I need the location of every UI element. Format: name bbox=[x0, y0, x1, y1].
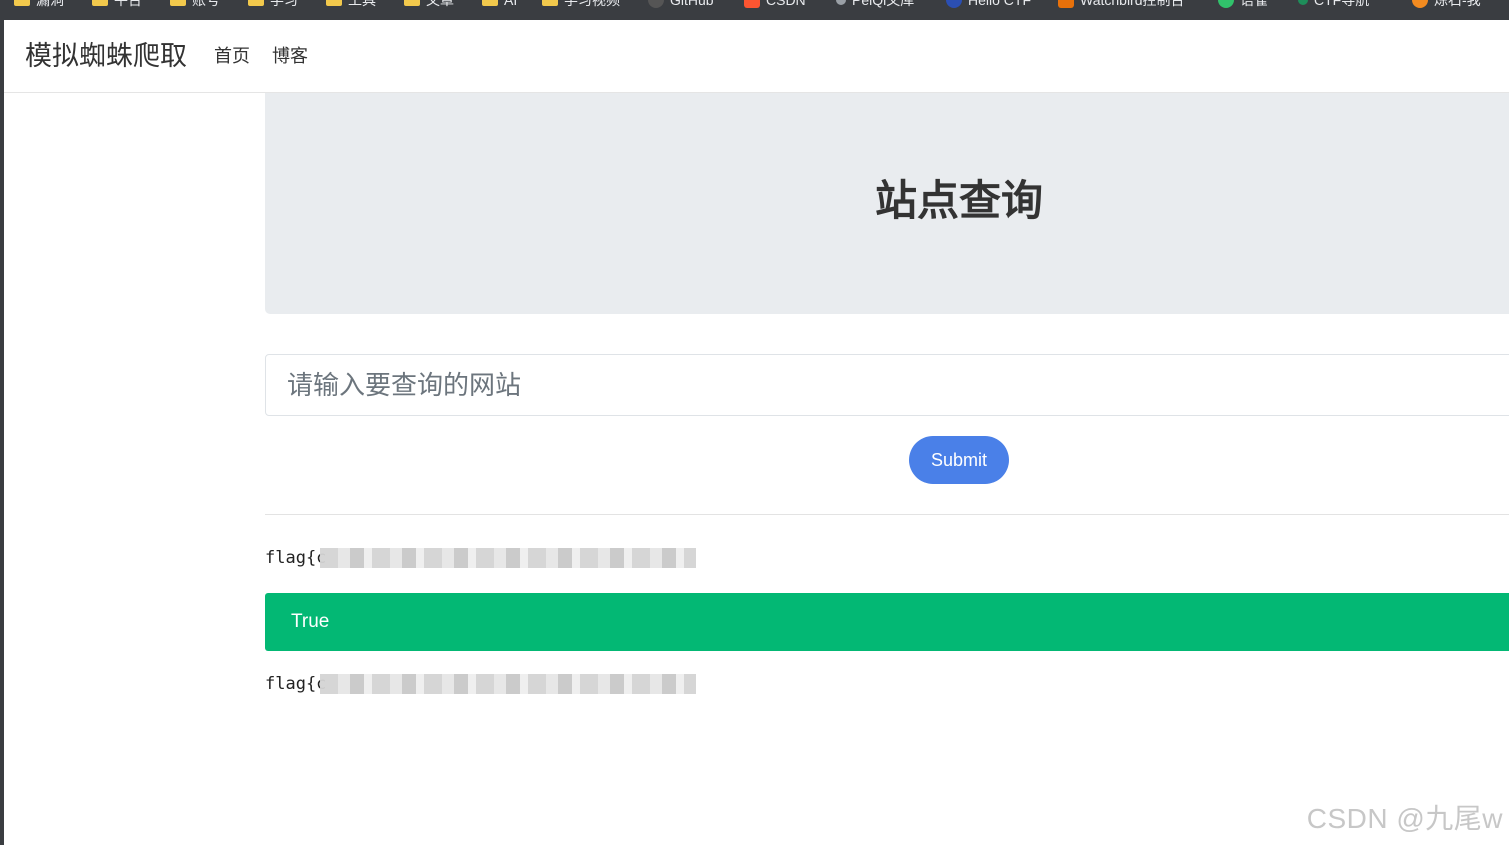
bookmark-label: CTF导航 bbox=[1314, 0, 1370, 8]
bookmark-item[interactable]: 学习视频 bbox=[542, 0, 620, 8]
bookmark-label: Hello CTF bbox=[968, 0, 1032, 8]
bookmark-item[interactable]: CSDN bbox=[744, 0, 806, 8]
csdn-icon bbox=[744, 0, 760, 8]
bookmark-item[interactable]: 文章 bbox=[404, 0, 454, 8]
folder-icon bbox=[404, 0, 420, 6]
bookmark-label: 平台 bbox=[114, 0, 142, 8]
bookmark-item[interactable]: CTF导航 bbox=[1298, 0, 1369, 8]
bookmark-item[interactable]: 账号 bbox=[170, 0, 220, 8]
bookmark-label: PeiQi文库 bbox=[852, 0, 915, 8]
bookmark-label: 文章 bbox=[426, 0, 454, 8]
flame-icon bbox=[1412, 0, 1428, 8]
nav-link-blog[interactable]: 博客 bbox=[272, 44, 308, 68]
divider bbox=[265, 514, 1509, 515]
bookmark-item[interactable]: 炼石-我 bbox=[1412, 0, 1481, 8]
bookmark-label: 学习视频 bbox=[564, 0, 620, 8]
github-icon bbox=[648, 0, 664, 8]
bookmark-label: 工具 bbox=[348, 0, 376, 8]
flag-text: flag{c bbox=[265, 674, 327, 694]
redaction-mask bbox=[320, 548, 696, 568]
flag-result-top: flag{c bbox=[265, 546, 326, 570]
redaction-mask bbox=[320, 674, 696, 694]
submit-button[interactable]: Submit bbox=[909, 436, 1009, 484]
bookmark-item[interactable]: GitHub bbox=[648, 0, 714, 8]
folder-icon bbox=[248, 0, 264, 6]
bookmark-label: GitHub bbox=[670, 0, 714, 8]
folder-icon bbox=[14, 0, 30, 6]
bookmark-label: 漏洞 bbox=[36, 0, 64, 8]
bookmark-label: Watchbird控制台 bbox=[1080, 0, 1185, 8]
bookmark-item[interactable]: Hello CTF bbox=[946, 0, 1031, 8]
cart-icon bbox=[1058, 0, 1074, 8]
bookmark-label: 炼石-我 bbox=[1434, 0, 1481, 8]
yuque-icon bbox=[1218, 0, 1234, 8]
flag-result-bottom: flag{c bbox=[265, 672, 326, 696]
hello-ctf-icon bbox=[946, 0, 962, 8]
leaf-icon bbox=[1298, 0, 1308, 5]
brand-link[interactable]: 模拟蜘蛛爬取 bbox=[25, 38, 187, 74]
bookmark-label: 语雀 bbox=[1240, 0, 1268, 8]
bookmark-item[interactable]: 漏洞 bbox=[14, 0, 64, 8]
navbar: 模拟蜘蛛爬取 首页 博客 bbox=[4, 20, 1509, 93]
flag-text: flag{c bbox=[265, 548, 327, 568]
jumbotron: 站点查询 bbox=[265, 93, 1509, 314]
folder-icon bbox=[482, 0, 498, 6]
pen-icon bbox=[836, 0, 846, 5]
watermark: CSDN @九尾w bbox=[1306, 803, 1503, 834]
bookmark-item[interactable]: Watchbird控制台 bbox=[1058, 0, 1185, 8]
bookmark-item[interactable]: 语雀 bbox=[1218, 0, 1268, 8]
url-input[interactable] bbox=[265, 354, 1509, 416]
bookmark-label: 账号 bbox=[192, 0, 220, 8]
page-title: 站点查询 bbox=[874, 177, 1043, 224]
bookmark-item[interactable]: AI bbox=[482, 0, 517, 8]
nav-link-home[interactable]: 首页 bbox=[214, 44, 250, 68]
page-viewport: 模拟蜘蛛爬取 首页 博客 站点查询 Submit flag{c True fla… bbox=[4, 20, 1509, 845]
bookmark-label: AI bbox=[504, 0, 518, 8]
bookmark-item[interactable]: 工具 bbox=[326, 0, 376, 8]
folder-icon bbox=[170, 0, 186, 6]
bookmark-item[interactable]: PeiQi文库 bbox=[836, 0, 914, 8]
bookmark-item[interactable]: 平台 bbox=[92, 0, 142, 8]
bookmark-label: CSDN bbox=[766, 0, 806, 8]
folder-icon bbox=[92, 0, 108, 6]
bookmark-item[interactable]: 学习 bbox=[248, 0, 298, 8]
bookmark-label: 学习 bbox=[270, 0, 298, 8]
folder-icon bbox=[326, 0, 342, 6]
status-alert: True bbox=[265, 593, 1509, 651]
folder-icon bbox=[542, 0, 558, 6]
status-text: True bbox=[291, 611, 330, 632]
bookmarks-bar: 漏洞 平台 账号 学习 工具 文章 AI 学习视频 GitHub CSDN Pe… bbox=[0, 0, 1509, 20]
